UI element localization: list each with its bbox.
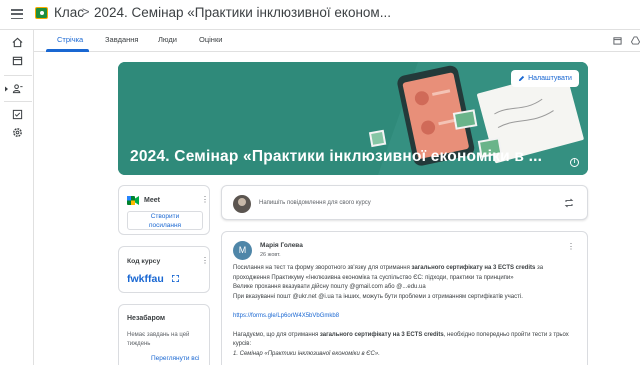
calendar-icon[interactable] [613, 36, 622, 45]
app-title[interactable]: Клас [54, 5, 84, 20]
drive-icon[interactable] [631, 36, 640, 45]
top-app-bar: Клас > 2024. Семінар «Практики інклюзивн… [0, 0, 640, 30]
info-icon[interactable]: i [570, 158, 579, 167]
edit-icon [518, 75, 525, 82]
more-options-icon[interactable]: ⋮ [201, 195, 209, 204]
meet-label: Meet [144, 197, 160, 204]
rail-divider [4, 101, 32, 102]
post-line: При вказуванні пошт @ukr.net @i.ua та ін… [233, 293, 523, 300]
post-line: 1. Семінар «Практики інклюзивної економі… [233, 350, 380, 357]
post-author: Марія Голева [260, 242, 303, 249]
upcoming-title: Незабаром [127, 315, 166, 322]
course-banner: Налаштувати 2024. Семінар «Практики інкл… [118, 62, 588, 175]
rail-divider [4, 75, 32, 76]
tab-stream[interactable]: Стрічка [57, 35, 83, 44]
main-menu-icon[interactable] [11, 9, 23, 20]
home-icon[interactable] [12, 37, 23, 48]
post-line: курсів: [233, 341, 252, 347]
stream-post: M Марія Голева 26 жовт. ⋮ Посилання на т… [221, 231, 588, 365]
course-title: 2024. Семінар «Практики інклюзивної екон… [94, 5, 391, 20]
upcoming-empty-text: Немає завдань на цей тиждень [127, 332, 190, 347]
post-body: Посилання на тест та форму зворотного зв… [233, 264, 583, 359]
settings-icon[interactable] [12, 127, 23, 138]
course-code-value: fwkffau [127, 273, 164, 285]
course-code-label: Код курсу [127, 258, 161, 265]
upcoming-card: Незабаром Немає завдань на цей тиждень П… [118, 304, 210, 365]
repost-icon[interactable] [564, 198, 574, 208]
course-tabs: Стрічка Завдання Люди Оцінки [34, 30, 640, 52]
more-options-icon[interactable]: ⋮ [567, 242, 575, 251]
tab-grades[interactable]: Оцінки [199, 35, 222, 44]
meet-icon [127, 196, 139, 205]
banner-course-title: 2024. Семінар «Практики інклюзивної екон… [130, 148, 543, 165]
announce-placeholder[interactable]: Напишіть повідомлення для свого курсу [259, 200, 371, 206]
post-date: 26 жовт. [260, 252, 281, 258]
navigation-rail [0, 30, 34, 365]
fullscreen-icon[interactable] [172, 275, 179, 282]
calendar-icon[interactable] [12, 55, 23, 66]
create-link-line2: посилання [148, 221, 182, 229]
announce-box[interactable]: Напишіть повідомлення для свого курсу [221, 185, 588, 220]
course-code-card: Код курсу ⋮ fwkffau [118, 246, 210, 293]
create-link-button[interactable]: Створити посилання [127, 211, 203, 230]
tab-classwork[interactable]: Завдання [105, 35, 139, 44]
post-line: Велике прохання вказувати дійсну пошту @… [233, 284, 426, 290]
avatar: M [233, 241, 252, 260]
create-link-line1: Створити [150, 213, 180, 220]
more-options-icon[interactable]: ⋮ [201, 256, 209, 265]
post-line: Посилання на тест та форму зворотного зв… [233, 265, 544, 271]
customize-label: Налаштувати [528, 75, 572, 82]
post-line: проходження Практикуму «Інклюзивна еконо… [233, 274, 514, 281]
enrolled-icon[interactable] [12, 83, 23, 94]
view-all-link[interactable]: Переглянути всі [151, 355, 199, 362]
todo-icon[interactable] [12, 109, 23, 120]
form-link[interactable]: https://forms.gle/Lp6orW4X5bVbGmkb8 [233, 312, 583, 322]
meet-card: Meet ⋮ Створити посилання [118, 185, 210, 235]
tab-people[interactable]: Люди [158, 35, 177, 44]
post-line: Нагадуємо, що для отримання загального с… [233, 331, 569, 338]
customize-button[interactable]: Налаштувати [511, 70, 579, 87]
classroom-logo[interactable] [35, 7, 48, 19]
expand-arrow-icon[interactable] [4, 86, 9, 92]
avatar [233, 195, 251, 213]
breadcrumb-separator: > [82, 4, 90, 19]
active-tab-indicator [46, 49, 89, 52]
